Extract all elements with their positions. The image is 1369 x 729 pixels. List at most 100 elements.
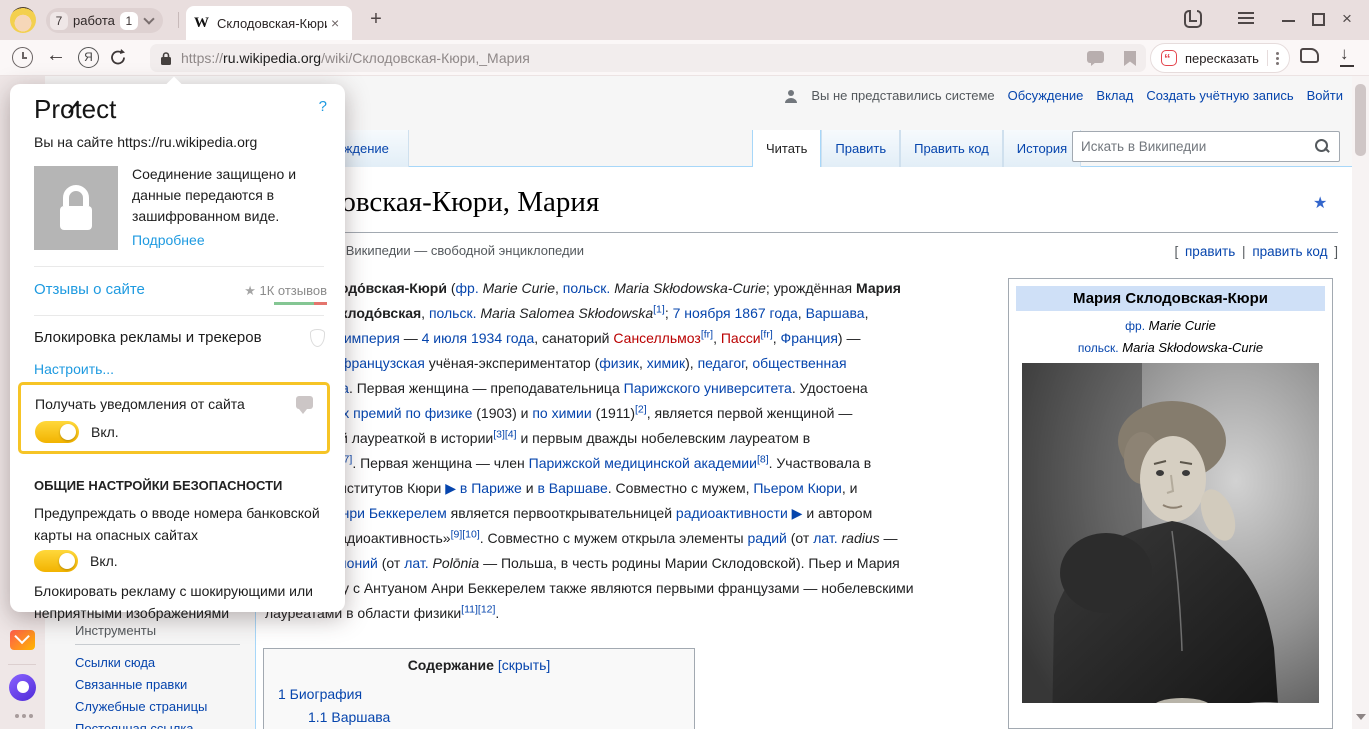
wiki-link[interactable]: лат. xyxy=(813,530,837,546)
tabs-panel-icon[interactable] xyxy=(1300,48,1319,63)
personal-link[interactable]: Войти xyxy=(1307,88,1343,103)
toc-link[interactable]: 1.1 Варшава xyxy=(308,709,390,725)
wiki-link[interactable]: лат. xyxy=(404,555,428,571)
wiki-link[interactable]: фр. xyxy=(456,280,479,296)
wiki-tab-label[interactable]: История xyxy=(1017,141,1067,156)
wiki-tab-label[interactable]: Править код xyxy=(914,141,989,156)
lock-icon[interactable] xyxy=(160,51,172,66)
wiki-link[interactable]: Пьером Кюри xyxy=(753,480,842,496)
sidebar-tool-link[interactable]: Служебные страницы xyxy=(75,699,207,714)
edit-link[interactable]: править xyxy=(1185,244,1235,259)
wiki-tab[interactable]: Править код xyxy=(900,130,1003,167)
text: . Первая женщина — член xyxy=(352,455,528,471)
details-link[interactable]: Подробнее xyxy=(132,232,205,248)
wiki-link[interactable]: польск. xyxy=(429,305,477,321)
wiki-tab-label[interactable]: Читать xyxy=(766,141,807,156)
scrollbar-down-arrow[interactable] xyxy=(1356,714,1366,720)
reference-link[interactable]: [11][12] xyxy=(461,603,495,615)
wiki-link[interactable]: физик xyxy=(599,355,639,371)
reference-link[interactable]: [1] xyxy=(653,303,665,315)
red-link[interactable]: Санселльмоз xyxy=(613,330,700,346)
maximize-button[interactable] xyxy=(1312,13,1325,26)
toc-link[interactable]: 1 Биография xyxy=(278,686,362,702)
page-scrollbar[interactable] xyxy=(1352,76,1369,729)
infobox-photo[interactable] xyxy=(1022,363,1319,703)
download-icon[interactable]: ↓ xyxy=(1340,44,1349,64)
wiki-link[interactable]: 1934 года xyxy=(471,330,534,346)
wiki-tab[interactable]: Читать xyxy=(752,130,821,167)
reference-link[interactable]: [fr] xyxy=(701,328,713,340)
reference-link[interactable]: [3][4] xyxy=(493,428,516,440)
tab-group[interactable]: 7 работа 1 xyxy=(46,8,163,33)
sidebar-tool-link[interactable]: Ссылки сюда xyxy=(75,655,155,670)
personal-link[interactable]: Вклад xyxy=(1096,88,1133,103)
tab-close-icon[interactable]: × xyxy=(331,15,339,31)
sidebar-tool-link[interactable]: Связанные правки xyxy=(75,677,187,692)
reference-link[interactable]: [8] xyxy=(757,453,769,465)
wiki-link[interactable]: 7 ноября xyxy=(673,305,731,321)
wiki-tab-label[interactable]: Править xyxy=(835,141,886,156)
wiki-link[interactable]: французская xyxy=(340,355,425,371)
chevron-down-icon[interactable] xyxy=(143,13,154,24)
scrollbar-thumb[interactable] xyxy=(1355,84,1366,156)
configure-link[interactable]: Настроить... xyxy=(34,361,114,377)
wiki-link[interactable]: польск. xyxy=(563,280,611,296)
alice-assistant-icon[interactable] xyxy=(9,674,36,701)
wiki-link[interactable]: ▶ xyxy=(792,505,803,521)
personal-link[interactable]: Обсуждение xyxy=(1008,88,1084,103)
wiki-link[interactable]: общественная xyxy=(752,355,846,371)
notifications-toggle[interactable] xyxy=(35,421,79,443)
address-bar[interactable]: https://ru.wikipedia.org/wiki/Склодовска… xyxy=(150,44,1146,72)
fr-lang-link[interactable]: фр. xyxy=(1125,319,1145,333)
bookmarks-panel-icon[interactable] xyxy=(1184,10,1202,28)
pl-lang-link[interactable]: польск. xyxy=(1078,341,1119,355)
site-reviews-link[interactable]: Отзывы о сайте xyxy=(34,281,145,298)
bookmark-icon[interactable] xyxy=(1124,51,1136,66)
more-options-icon[interactable] xyxy=(1276,50,1279,67)
wiki-link[interactable]: педагог xyxy=(698,355,745,371)
help-link[interactable]: ? xyxy=(319,98,327,115)
wiki-link[interactable]: 1867 года xyxy=(735,305,798,321)
back-button[interactable]: ← xyxy=(46,44,66,67)
wiki-link[interactable]: химик xyxy=(647,355,685,371)
wiki-link[interactable]: Франция xyxy=(781,330,838,346)
wiki-link[interactable]: Варшава xyxy=(806,305,865,321)
comment-icon[interactable] xyxy=(1087,51,1104,66)
sidebar-tool-link[interactable]: Постоянная ссылка xyxy=(75,721,194,729)
reference-link[interactable]: [9][10] xyxy=(451,528,480,540)
wiki-link[interactable]: в Париже xyxy=(460,480,522,496)
wiki-link[interactable]: радиоактивности xyxy=(676,505,788,521)
wiki-tab[interactable]: Править xyxy=(821,130,900,167)
personal-link[interactable]: Создать учётную запись xyxy=(1146,88,1293,103)
sidebar-more-icon[interactable] xyxy=(15,714,33,718)
edit-code-link[interactable]: править код xyxy=(1252,244,1327,259)
wiki-link[interactable]: в Варшаве xyxy=(537,480,607,496)
active-tab[interactable]: W Склодовская-Кюри, Ма × xyxy=(186,6,352,40)
wiki-link[interactable]: Парижского университета xyxy=(624,380,792,396)
history-clock-icon[interactable] xyxy=(12,47,33,68)
new-tab-button[interactable]: + xyxy=(364,8,388,32)
wiki-link[interactable]: 4 июля xyxy=(422,330,467,346)
watchlist-star-icon[interactable]: ★ xyxy=(1313,193,1327,213)
minimize-button[interactable] xyxy=(1282,20,1295,22)
wiki-link[interactable]: ▶ xyxy=(445,480,456,496)
profile-avatar[interactable] xyxy=(10,7,36,33)
red-link[interactable]: Пасси xyxy=(721,330,761,346)
mail-icon[interactable] xyxy=(10,630,35,650)
toc-hide-link[interactable]: [скрыть] xyxy=(498,657,550,673)
reference-link[interactable]: [fr] xyxy=(761,328,773,340)
search-icon[interactable] xyxy=(1313,138,1331,156)
card-warning-toggle[interactable] xyxy=(34,550,78,572)
wiki-tab[interactable]: История xyxy=(1003,130,1081,167)
wiki-link[interactable]: Парижской медицинской академии xyxy=(529,455,757,471)
wiki-link[interactable]: по химии xyxy=(532,405,591,421)
refresh-icon[interactable] xyxy=(108,47,129,68)
menu-icon[interactable] xyxy=(1238,12,1254,26)
close-window-button[interactable]: × xyxy=(1342,9,1352,29)
retell-button[interactable]: пересказать xyxy=(1150,43,1290,73)
wiki-link[interactable]: радий xyxy=(747,530,786,546)
yandex-icon[interactable]: Я xyxy=(78,47,99,68)
search-input[interactable] xyxy=(1081,139,1313,154)
toc-items: 1 Биография 1.1 Варшава xyxy=(278,683,694,729)
reference-link[interactable]: [2] xyxy=(635,403,647,415)
